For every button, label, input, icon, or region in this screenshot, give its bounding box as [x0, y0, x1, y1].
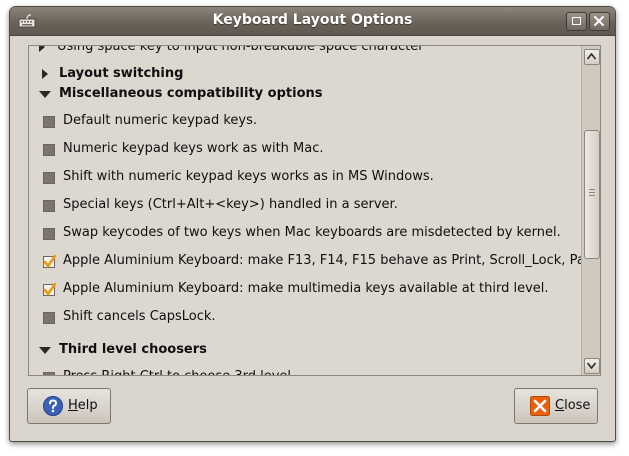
option-label: Shift with numeric keypad keys works as …: [63, 169, 434, 184]
checkbox[interactable]: [43, 172, 55, 184]
option-label: Apple Aluminium Keyboard: make multimedi…: [63, 281, 549, 296]
arrow-up-icon: [587, 53, 596, 60]
option-label: Special keys (Ctrl+Alt+<key>) handled in…: [63, 197, 398, 212]
expander-expanded-icon[interactable]: [39, 346, 51, 356]
vertical-scrollbar[interactable]: [581, 46, 600, 375]
maximize-icon: [572, 17, 581, 25]
expander-collapsed-icon[interactable]: [37, 46, 47, 52]
close-x-icon: [594, 16, 604, 26]
grip-line: [589, 189, 595, 190]
grip-line: [589, 195, 595, 196]
expander-expanded-icon[interactable]: [39, 90, 51, 100]
help-icon: [43, 396, 63, 416]
option-label: Numeric keypad keys work as with Mac.: [63, 141, 324, 156]
check-mark-icon: [43, 283, 57, 296]
checkbox[interactable]: [43, 312, 55, 324]
checkbox-checked[interactable]: [43, 255, 57, 268]
grip-line: [589, 192, 595, 193]
help-label: Help: [68, 398, 98, 413]
group-label: Miscellaneous compatibility options: [59, 86, 323, 101]
help-button[interactable]: Help: [27, 388, 111, 424]
option-label: Press Right Ctrl to choose 3rd level.: [63, 367, 295, 375]
checkbox[interactable]: [43, 144, 55, 156]
partial-item-label: Using space key to input non-breakable s…: [57, 46, 424, 54]
group-label: Third level choosers: [59, 342, 207, 357]
checkbox-checked[interactable]: [43, 283, 57, 296]
option-label: Apple Aluminium Keyboard: make F13, F14,…: [63, 253, 581, 268]
scroll-thumb[interactable]: [584, 130, 600, 259]
option-label: Swap keycodes of two keys when Mac keybo…: [63, 225, 561, 240]
close-icon: [530, 396, 550, 416]
checkbox[interactable]: [43, 372, 55, 375]
window-close-button[interactable]: [589, 12, 610, 31]
group-label: Layout switching: [59, 66, 184, 81]
window-title: Keyboard Layout Options: [212, 12, 413, 28]
options-tree-view[interactable]: Using space key to input non-breakable s…: [28, 45, 601, 376]
title-bar[interactable]: Keyboard Layout Options: [10, 7, 615, 36]
option-label: Shift cancels CapsLock.: [63, 309, 216, 324]
checkbox[interactable]: [43, 116, 55, 128]
close-button[interactable]: Close: [514, 388, 598, 424]
check-mark-icon: [43, 255, 57, 268]
checkbox[interactable]: [43, 228, 55, 240]
arrow-down-icon: [587, 362, 596, 369]
option-label: Default numeric keypad keys.: [63, 113, 258, 128]
scroll-down-button[interactable]: [584, 358, 600, 374]
checkbox[interactable]: [43, 200, 55, 212]
maximize-button[interactable]: [566, 12, 587, 31]
options-list: Using space key to input non-breakable s…: [29, 46, 581, 375]
close-label: Close: [555, 398, 591, 413]
expander-collapsed-icon[interactable]: [40, 69, 50, 79]
dialog-window: Keyboard Layout Options Using space key …: [9, 6, 616, 442]
scroll-up-button[interactable]: [584, 49, 600, 65]
